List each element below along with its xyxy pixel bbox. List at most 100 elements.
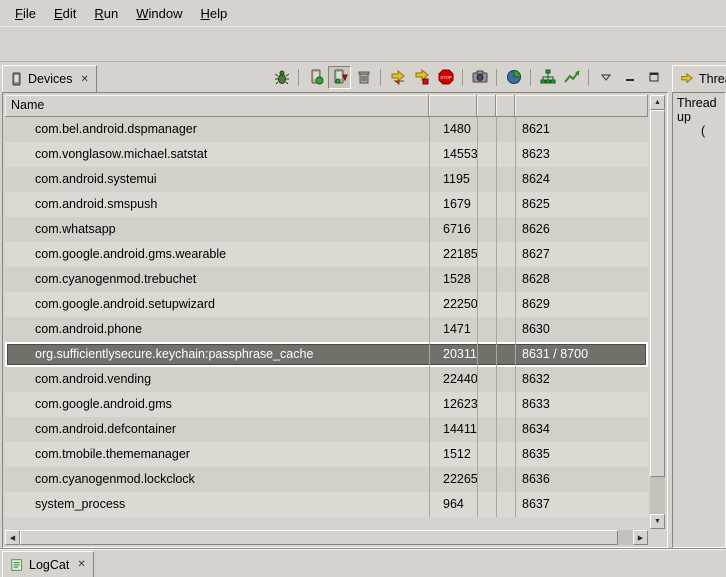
process-cell-empty2 bbox=[496, 292, 515, 317]
main-area: Devices ✕ bbox=[0, 62, 726, 548]
view-menu-icon[interactable] bbox=[594, 66, 617, 89]
process-pid: 1512 bbox=[429, 442, 477, 467]
scroll-right-icon[interactable]: ▶ bbox=[633, 530, 648, 545]
process-row[interactable]: com.android.smspush 1679 8625 bbox=[5, 192, 648, 217]
tab-logcat-label: LogCat bbox=[29, 558, 69, 572]
process-row[interactable]: com.tmobile.thememanager 1512 8635 bbox=[5, 442, 648, 467]
menu-edit[interactable]: Edit bbox=[45, 3, 85, 24]
process-name: com.android.systemui bbox=[5, 167, 429, 192]
gc-icon[interactable] bbox=[352, 66, 375, 89]
process-row[interactable]: com.android.phone 1471 8630 bbox=[5, 317, 648, 342]
menu-bar: FileEditRunWindowHelp bbox=[0, 0, 726, 26]
horizontal-scrollbar-thumb[interactable] bbox=[20, 530, 618, 545]
process-name: com.android.vending bbox=[5, 367, 429, 392]
process-row[interactable]: com.google.android.gms.wearable 22185 86… bbox=[5, 242, 648, 267]
horizontal-scrollbar[interactable]: ◀ ▶ bbox=[5, 530, 648, 545]
process-port: 8631 / 8700 bbox=[515, 342, 648, 367]
devices-panel-body: Name com.bel.android.dspmanager 1480 862… bbox=[2, 92, 668, 548]
process-row[interactable]: com.google.android.setupwizard 22250 862… bbox=[5, 292, 648, 317]
process-cell-empty2 bbox=[496, 117, 515, 142]
process-cell-empty2 bbox=[496, 392, 515, 417]
toolbar-separator bbox=[380, 69, 381, 86]
toolbar-separator bbox=[530, 69, 531, 86]
process-row[interactable]: com.android.vending 22440 8632 bbox=[5, 367, 648, 392]
process-row[interactable]: org.sufficientlysecure.keychain:passphra… bbox=[5, 342, 648, 367]
devices-panel: Devices ✕ bbox=[2, 62, 668, 548]
process-cell-empty1 bbox=[477, 367, 496, 392]
process-port: 8628 bbox=[515, 267, 648, 292]
tab-logcat[interactable]: LogCat ✕ bbox=[2, 551, 94, 577]
method-profiling-icon[interactable] bbox=[410, 66, 433, 89]
process-pid: 22440 bbox=[429, 367, 477, 392]
process-cell-empty1 bbox=[477, 417, 496, 442]
update-heap-icon[interactable] bbox=[304, 66, 327, 89]
close-icon[interactable]: ✕ bbox=[77, 74, 88, 85]
update-threads-icon[interactable] bbox=[386, 66, 409, 89]
devices-toolbar: STOP bbox=[270, 62, 668, 92]
process-pid: 22265 bbox=[429, 467, 477, 492]
process-name: org.sufficientlysecure.keychain:passphra… bbox=[5, 342, 429, 367]
process-cell-empty2 bbox=[496, 317, 515, 342]
process-pid: 964 bbox=[429, 492, 477, 517]
vertical-scrollbar[interactable]: ▲ ▼ bbox=[650, 95, 665, 529]
menu-help[interactable]: Help bbox=[191, 3, 236, 24]
process-name: com.google.android.gms bbox=[5, 392, 429, 417]
process-pid: 22185 bbox=[429, 242, 477, 267]
vertical-scrollbar-thumb[interactable] bbox=[650, 110, 665, 477]
column-header-pid[interactable] bbox=[429, 95, 477, 117]
process-cell-empty2 bbox=[496, 342, 515, 367]
column-header-port[interactable] bbox=[515, 95, 648, 117]
process-cell-empty1 bbox=[477, 192, 496, 217]
process-pid: 1480 bbox=[429, 117, 477, 142]
process-name: com.vonglasow.michael.satstat bbox=[5, 142, 429, 167]
process-row[interactable]: system_process 964 8637 bbox=[5, 492, 648, 517]
process-row[interactable]: com.cyanogenmod.trebuchet 1528 8628 bbox=[5, 267, 648, 292]
column-header-empty1[interactable] bbox=[477, 95, 496, 117]
maximize-icon[interactable] bbox=[642, 66, 665, 89]
scroll-left-icon[interactable]: ◀ bbox=[5, 530, 20, 545]
process-port: 8625 bbox=[515, 192, 648, 217]
process-row[interactable]: com.google.android.gms 12623 8633 bbox=[5, 392, 648, 417]
sysinfo-icon[interactable] bbox=[502, 66, 525, 89]
hierarchy-view-icon[interactable] bbox=[536, 66, 559, 89]
process-port: 8630 bbox=[515, 317, 648, 342]
process-pid: 1528 bbox=[429, 267, 477, 292]
process-port: 8627 bbox=[515, 242, 648, 267]
device-table: Name com.bel.android.dspmanager 1480 862… bbox=[5, 95, 648, 529]
column-header-name[interactable]: Name bbox=[5, 95, 429, 117]
process-pid: 6716 bbox=[429, 217, 477, 242]
pixel-perfect-icon[interactable] bbox=[560, 66, 583, 89]
process-port: 8629 bbox=[515, 292, 648, 317]
stop-process-icon[interactable]: STOP bbox=[434, 66, 457, 89]
scroll-up-icon[interactable]: ▲ bbox=[650, 95, 665, 110]
scroll-down-icon[interactable]: ▼ bbox=[650, 514, 665, 529]
process-name: com.whatsapp bbox=[5, 217, 429, 242]
menu-file[interactable]: File bbox=[6, 3, 45, 24]
process-name: com.cyanogenmod.trebuchet bbox=[5, 267, 429, 292]
tab-threads[interactable]: Threads bbox=[672, 65, 726, 92]
process-row[interactable]: com.whatsapp 6716 8626 bbox=[5, 217, 648, 242]
close-icon[interactable]: ✕ bbox=[74, 559, 85, 570]
process-row[interactable]: com.android.systemui 1195 8624 bbox=[5, 167, 648, 192]
minimize-icon[interactable] bbox=[618, 66, 641, 89]
process-row[interactable]: com.cyanogenmod.lockclock 22265 8636 bbox=[5, 467, 648, 492]
column-header-empty2[interactable] bbox=[496, 95, 515, 117]
menu-window[interactable]: Window bbox=[127, 3, 191, 24]
process-row[interactable]: com.bel.android.dspmanager 1480 8621 bbox=[5, 117, 648, 142]
menu-run[interactable]: Run bbox=[85, 3, 127, 24]
process-port: 8634 bbox=[515, 417, 648, 442]
process-pid: 22250 bbox=[429, 292, 477, 317]
dump-hprof-icon[interactable] bbox=[328, 66, 351, 89]
process-cell-empty1 bbox=[477, 392, 496, 417]
process-row[interactable]: com.vonglasow.michael.satstat 14553 8623 bbox=[5, 142, 648, 167]
process-name: com.android.smspush bbox=[5, 192, 429, 217]
screen-capture-icon[interactable] bbox=[468, 66, 491, 89]
toolbar-separator bbox=[588, 69, 589, 86]
process-port: 8637 bbox=[515, 492, 648, 517]
process-pid: 14553 bbox=[429, 142, 477, 167]
debug-icon[interactable] bbox=[270, 66, 293, 89]
process-row[interactable]: com.android.defcontainer 14411 8634 bbox=[5, 417, 648, 442]
process-cell-empty1 bbox=[477, 267, 496, 292]
tab-threads-label: Threads bbox=[699, 72, 726, 86]
tab-devices[interactable]: Devices ✕ bbox=[2, 65, 97, 92]
